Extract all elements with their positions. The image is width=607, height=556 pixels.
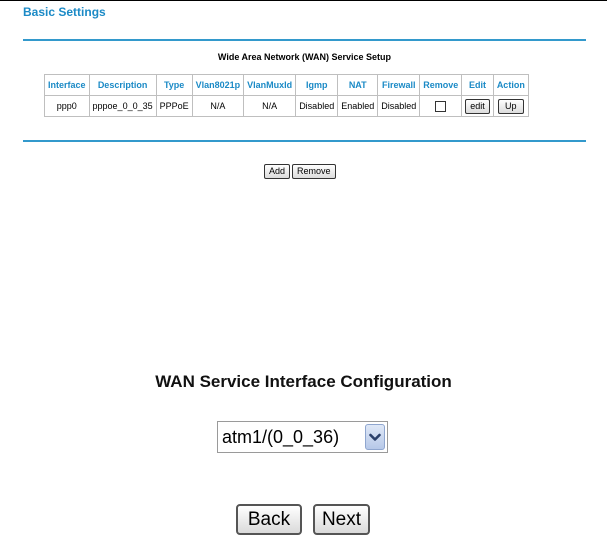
page-title: Basic Settings	[23, 5, 106, 19]
col-vlanmuxid: VlanMuxId	[243, 74, 297, 96]
interface-select-value: atm1/(0_0_36)	[222, 426, 340, 447]
cell-vlan8021p: N/A	[191, 95, 245, 117]
cell-firewall: Disabled	[377, 95, 421, 117]
col-nat: NAT	[337, 74, 379, 96]
chevron-down-icon[interactable]	[365, 424, 385, 450]
cell-vlanmuxid: N/A	[243, 95, 297, 117]
add-button[interactable]: Add	[264, 164, 291, 179]
cell-nat: Enabled	[337, 95, 379, 117]
col-vlan8021p: Vlan8021p	[191, 74, 245, 96]
divider-bottom	[23, 140, 586, 142]
edit-button[interactable]: edit	[465, 98, 490, 114]
cell-edit: edit	[461, 95, 494, 117]
remove-checkbox[interactable]	[435, 100, 447, 112]
col-firewall: Firewall	[377, 74, 421, 96]
col-type: Type	[155, 74, 193, 96]
col-igmp: Igmp	[295, 74, 339, 96]
col-interface: Interface	[44, 74, 90, 96]
section-title: Wide Area Network (WAN) Service Setup	[217, 52, 392, 62]
next-button[interactable]: Next	[313, 504, 370, 535]
col-remove: Remove	[419, 74, 463, 96]
back-button[interactable]: Back	[236, 504, 302, 535]
cell-igmp: Disabled	[295, 95, 339, 117]
top-border	[0, 0, 607, 1]
config-title: WAN Service Interface Configuration	[155, 372, 452, 391]
cell-type: PPPoE	[155, 95, 193, 117]
col-action: Action	[492, 74, 529, 96]
col-edit: Edit	[461, 74, 494, 96]
table-row: ppp0 pppoe_0_0_35 PPPoE N/A N/A Disabled…	[44, 95, 529, 117]
cell-action: Up	[492, 95, 529, 117]
cell-description: pppoe_0_0_35	[88, 95, 157, 117]
col-description: Description	[88, 74, 157, 96]
table-header-row: Interface Description Type Vlan8021p Vla…	[44, 74, 529, 96]
cell-remove	[419, 95, 463, 117]
cell-interface: ppp0	[44, 95, 90, 117]
divider-top	[23, 39, 586, 41]
remove-button[interactable]: Remove	[292, 164, 336, 179]
up-button[interactable]: Up	[498, 98, 524, 114]
add-remove-group: Add Remove	[264, 164, 338, 179]
chevron-down-glyph	[369, 433, 381, 441]
interface-select[interactable]: atm1/(0_0_36)	[217, 421, 388, 453]
wan-service-table: Interface Description Type Vlan8021p Vla…	[44, 74, 529, 117]
